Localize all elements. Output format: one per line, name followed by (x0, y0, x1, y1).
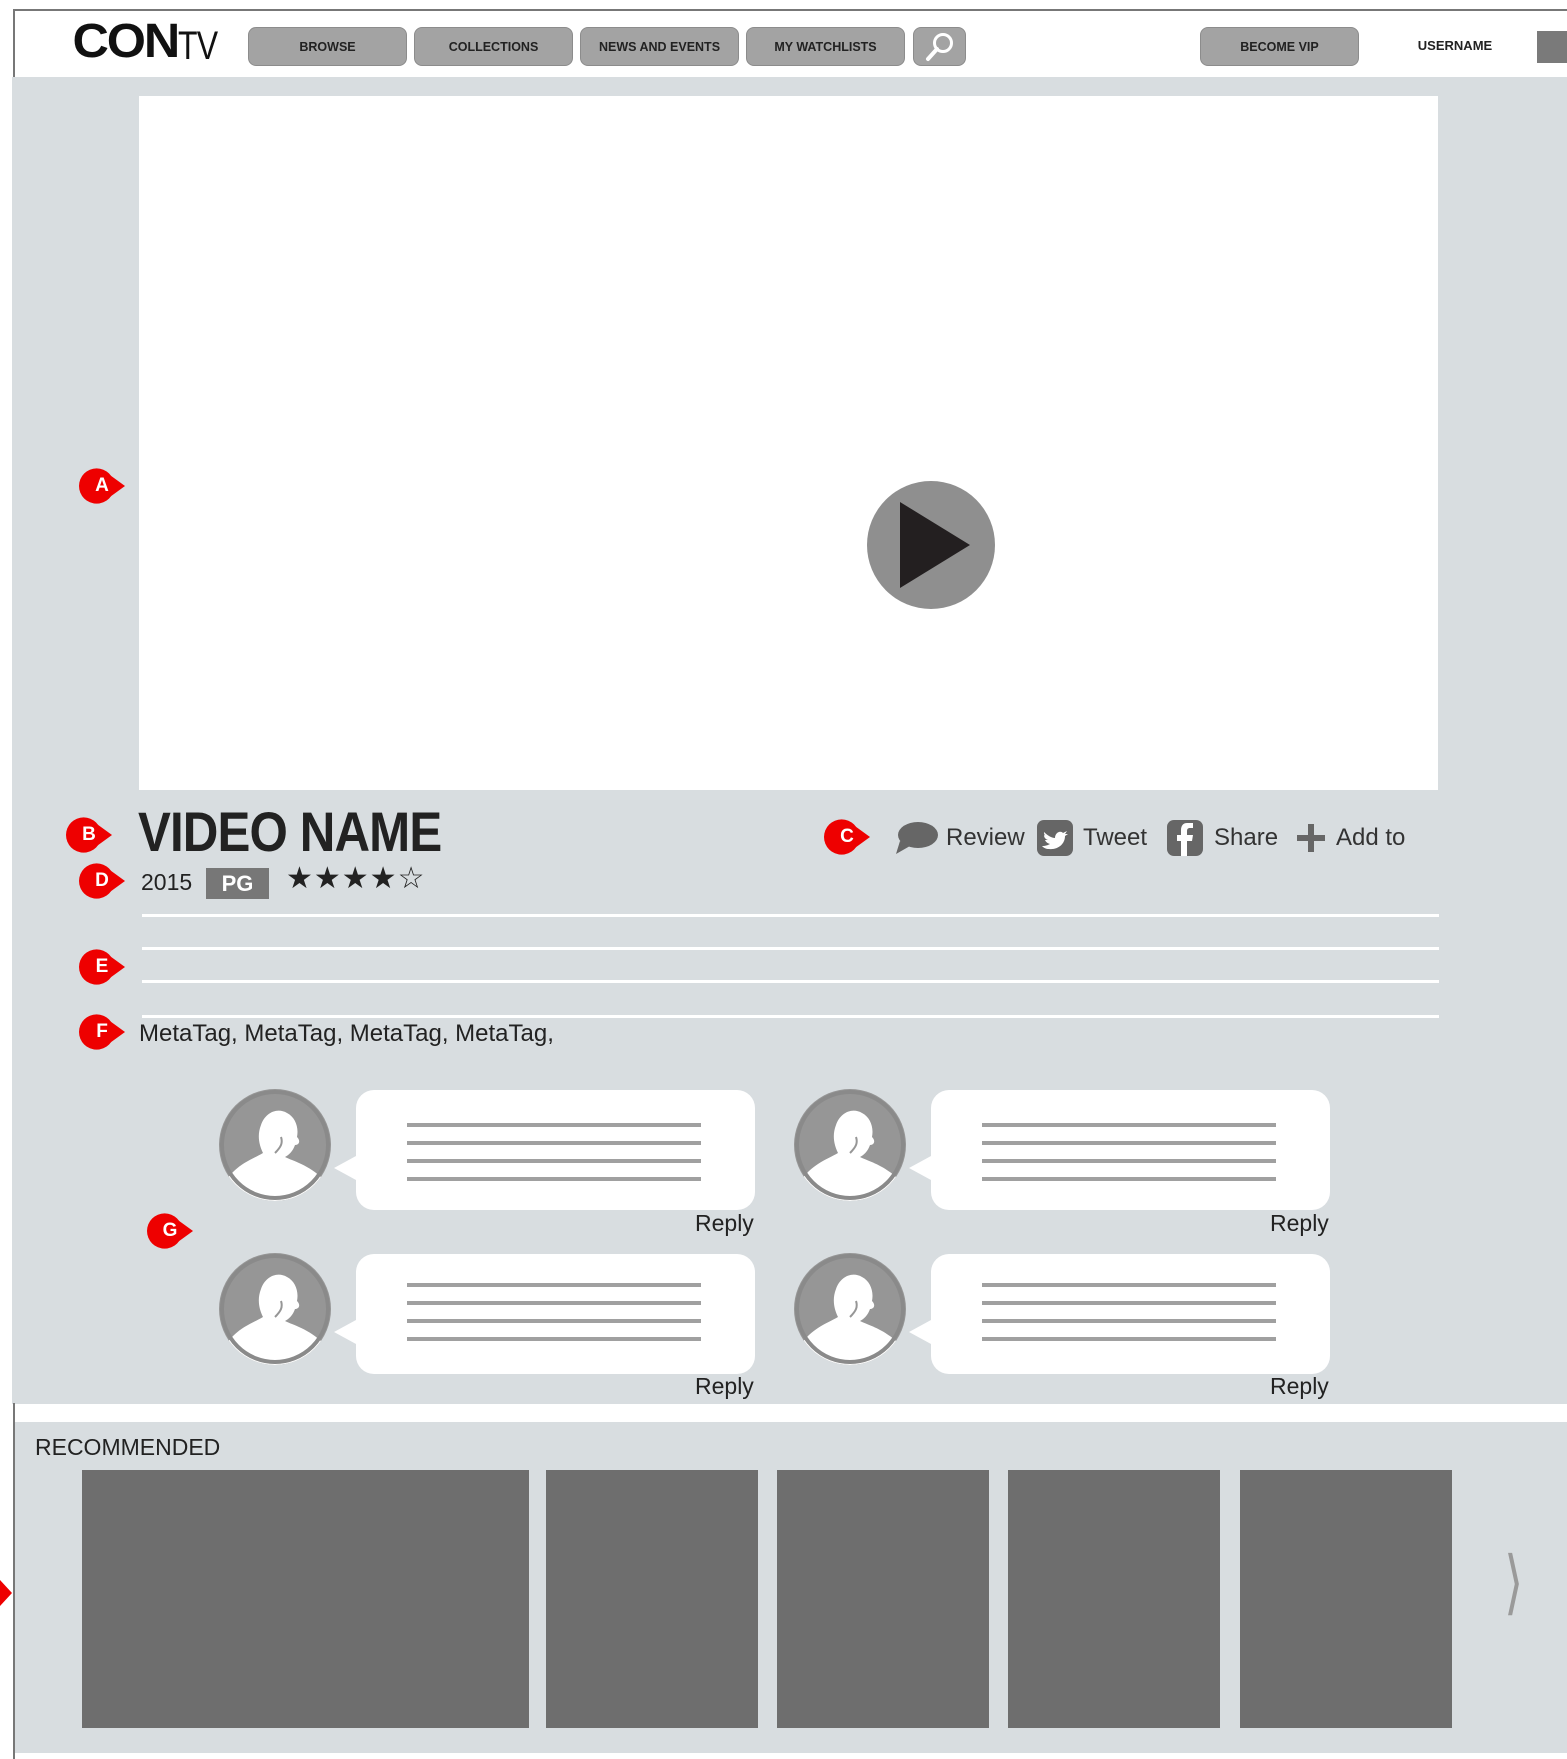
user-silhouette-icon (220, 1254, 330, 1365)
plus-icon (1297, 824, 1325, 852)
annotation-label-b: B (82, 824, 96, 845)
comment-bubble (909, 1254, 1330, 1374)
annotation-label-g: G (162, 1220, 178, 1241)
review-label: Review (946, 824, 1025, 851)
review-action[interactable]: Review (894, 818, 1025, 858)
username-link[interactable]: USERNAME (1400, 38, 1510, 53)
comment-bubble (334, 1090, 755, 1210)
description-line (142, 947, 1439, 950)
become-vip-button[interactable]: BECOME VIP (1200, 27, 1359, 66)
rating-badge: PG (206, 868, 269, 899)
video-player[interactable] (139, 96, 1438, 790)
commenter-avatar (219, 1089, 331, 1201)
commenter-avatar (219, 1253, 331, 1365)
nav-collections-button[interactable]: COLLECTIONS (414, 27, 573, 66)
recommended-tile[interactable] (82, 1470, 529, 1728)
metatags-list[interactable]: MetaTag, MetaTag, MetaTag, MetaTag, (139, 1020, 554, 1048)
nav-news-events-button[interactable]: NEWS AND EVENTS (580, 27, 739, 66)
tweet-action[interactable]: Tweet (1036, 818, 1147, 858)
star-rating[interactable]: ★★★★☆ (286, 864, 425, 894)
annotation-label-f: F (96, 1021, 108, 1042)
user-silhouette-icon (795, 1254, 905, 1365)
play-icon (900, 502, 970, 588)
reply-link[interactable]: Reply (695, 1373, 754, 1400)
speech-bubble-icon (896, 822, 938, 854)
tweet-label: Tweet (1083, 824, 1148, 851)
search-button[interactable] (913, 27, 966, 66)
recommended-tile[interactable] (546, 1470, 758, 1728)
user-silhouette-icon (795, 1090, 905, 1201)
annotation-label-d: D (95, 870, 109, 891)
reply-link[interactable]: Reply (695, 1210, 754, 1237)
description-line (142, 980, 1439, 983)
twitter-icon (1037, 820, 1073, 856)
annotation-label-c: C (840, 826, 854, 847)
recommended-heading: RECOMMENDED (35, 1434, 221, 1460)
search-icon (925, 32, 953, 61)
release-year: 2015 (141, 869, 193, 895)
nav-browse-button[interactable]: BROWSE (248, 27, 407, 66)
share-action[interactable]: Share (1166, 818, 1278, 858)
comment-bubble (909, 1090, 1330, 1210)
recommended-tile[interactable] (1240, 1470, 1452, 1728)
annotation-label-e: E (95, 956, 109, 977)
recommended-tile[interactable] (777, 1470, 989, 1728)
logo-suffix-text: TV (177, 24, 218, 68)
play-button[interactable] (867, 481, 995, 609)
commenter-avatar (794, 1253, 906, 1365)
annotation-marker-edge (0, 1580, 12, 1606)
profile-menu-button[interactable] (1537, 31, 1567, 63)
recommended-tile[interactable] (1008, 1470, 1220, 1728)
video-title: VIDEO NAME (138, 800, 442, 863)
logo-main-text: CON (72, 15, 180, 68)
reply-link[interactable]: Reply (1270, 1210, 1329, 1237)
nav-my-watchlists-button[interactable]: MY WATCHLISTS (746, 27, 905, 66)
facebook-icon (1167, 820, 1203, 856)
annotation-label-a: A (95, 475, 109, 496)
description-line (142, 914, 1439, 917)
description-line (142, 1015, 1439, 1018)
user-silhouette-icon (220, 1090, 330, 1201)
contv-logo[interactable]: CON TV (72, 14, 227, 68)
share-label: Share (1214, 824, 1279, 851)
comment-bubble (334, 1254, 755, 1374)
chevron-right-icon[interactable]: ⟩ (1504, 1547, 1523, 1617)
add-to-label: Add to (1336, 824, 1406, 851)
commenter-avatar (794, 1089, 906, 1201)
add-to-action[interactable]: Add to (1295, 818, 1405, 858)
reply-link[interactable]: Reply (1270, 1373, 1329, 1400)
